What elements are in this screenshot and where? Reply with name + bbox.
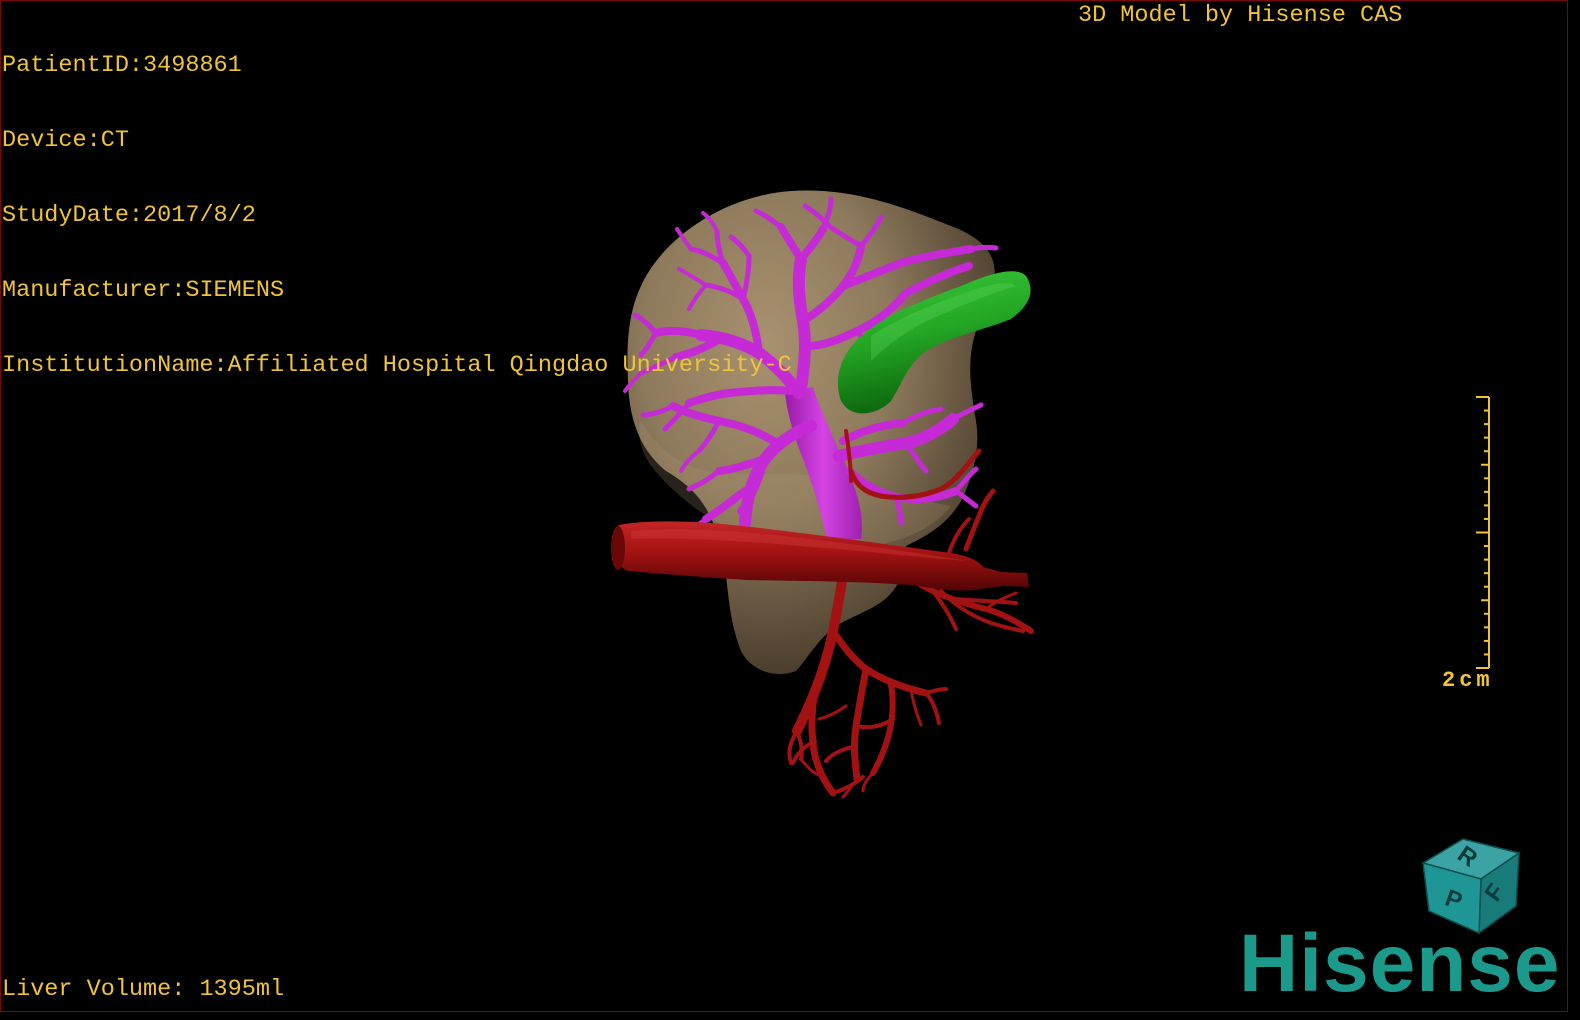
patient-info-panel: PatientID:3498861 Device:CT StudyDate:20… <box>2 3 792 428</box>
device-value: CT <box>100 127 129 154</box>
3d-viewport[interactable]: PatientID:3498861 Device:CT StudyDate:20… <box>0 0 1568 1012</box>
device-label: Device: <box>2 127 101 154</box>
red-vessel-branch <box>829 627 930 697</box>
study-date-label: StudyDate: <box>2 202 144 229</box>
hisense-logo: Hisense <box>1239 918 1561 1009</box>
manufacturer-label: Manufacturer: <box>2 277 186 304</box>
red-vessel-twig <box>817 704 848 721</box>
magenta-vessel-twig <box>968 244 999 252</box>
scale-ruler <box>1476 396 1490 669</box>
patient-id-line: PatientID:3498861 <box>2 53 792 78</box>
red-vessel-twig <box>854 717 895 730</box>
device-line: Device:CT <box>2 128 792 153</box>
institution-value: Affiliated Hospital Qingdao University-C <box>227 352 792 379</box>
liver-volume-value: 1395ml <box>199 976 285 1003</box>
study-date-value: 2017/8/2 <box>143 202 256 229</box>
model-credit: 3D Model by Hisense CAS <box>1078 2 1403 29</box>
red-vessel-branch <box>850 665 870 783</box>
liver-volume-label: Liver Volume: <box>2 976 200 1003</box>
red-vessel-twig <box>924 691 941 725</box>
institution-label: InstitutionName: <box>2 352 228 379</box>
red-vessel-twig <box>924 687 948 695</box>
patient-id-value: 3498861 <box>143 52 242 79</box>
red-vessel-tree <box>611 521 1034 799</box>
patient-id-label: PatientID: <box>2 52 144 79</box>
manufacturer-line: Manufacturer:SIEMENS <box>2 278 792 303</box>
study-date-line: StudyDate:2017/8/2 <box>2 203 792 228</box>
institution-line: InstitutionName:Affiliated Hospital Qing… <box>2 353 792 378</box>
manufacturer-value: SIEMENS <box>185 277 285 304</box>
red-vessel-branch <box>918 582 1034 634</box>
scale-label: 2cm <box>1442 668 1494 693</box>
red-vessel-branch <box>870 682 896 776</box>
liver-volume-readout: Liver Volume: 1395ml <box>2 977 284 1002</box>
red-vessel-tube-end <box>611 526 625 570</box>
